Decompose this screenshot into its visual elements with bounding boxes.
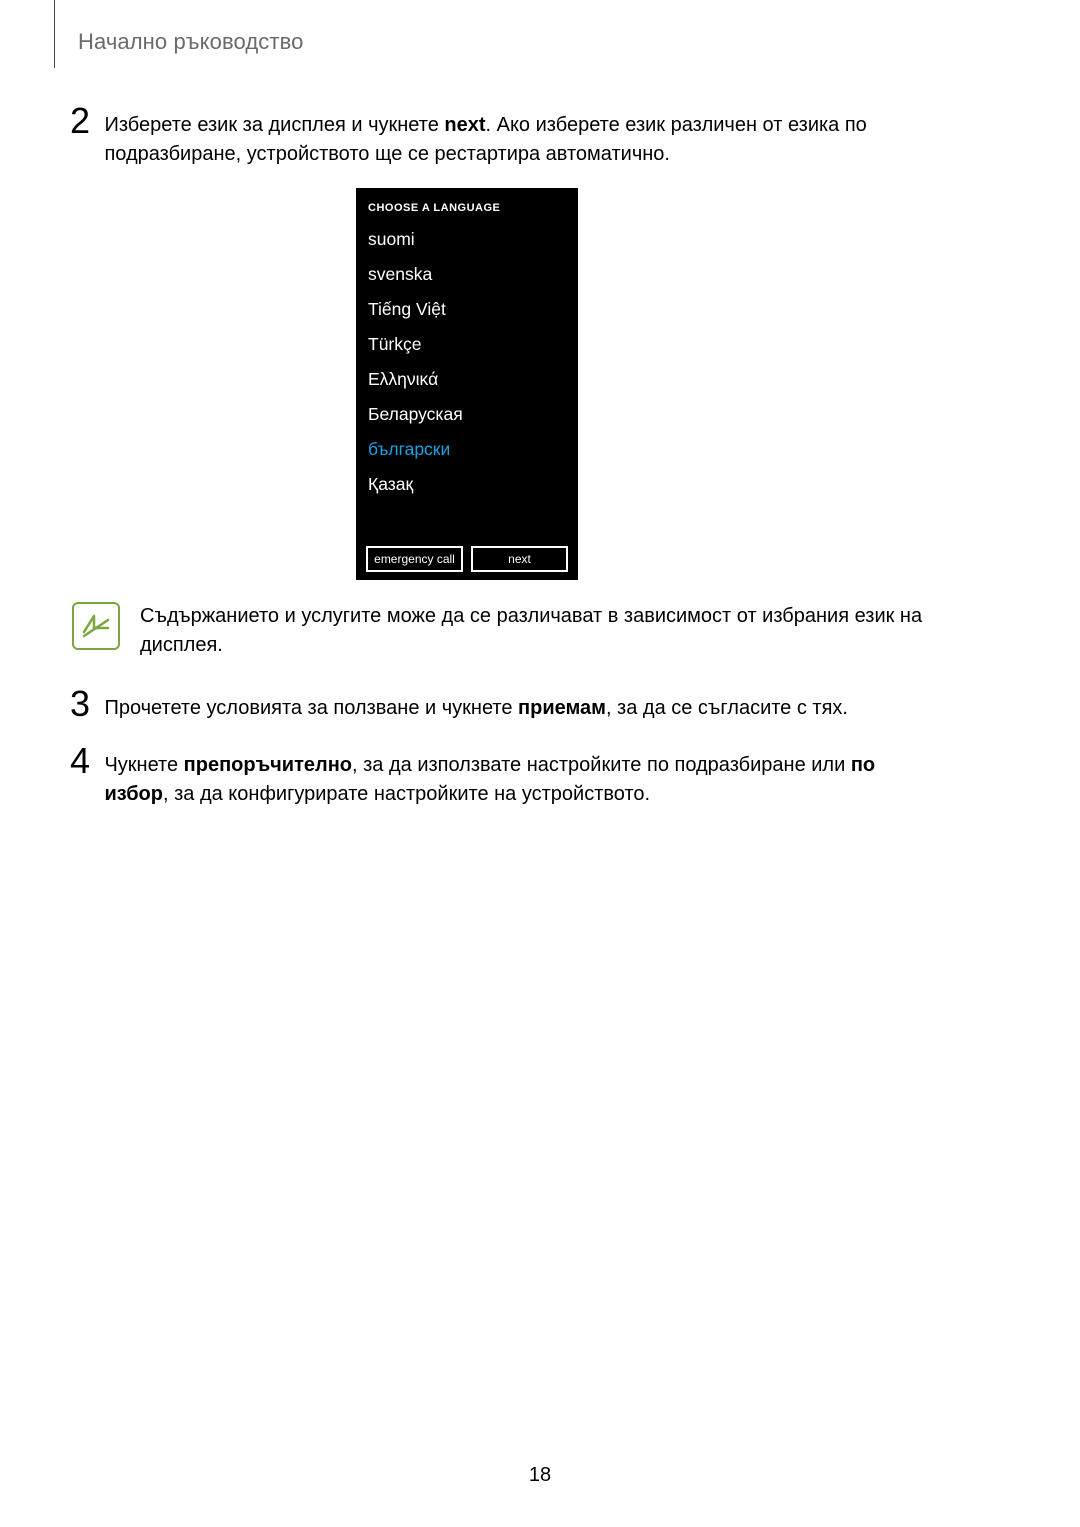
language-option[interactable]: Ελληνικά	[356, 362, 578, 397]
step-number: 4	[70, 743, 98, 779]
step-number: 2	[70, 103, 98, 139]
language-option[interactable]: Türkçe	[356, 327, 578, 362]
page-header-title: Начално ръководство	[78, 29, 303, 55]
phone-button-bar: emergency call next	[366, 546, 568, 572]
language-option[interactable]: Қазақ	[356, 467, 578, 502]
step-body: Изберете език за дисплея и чукнете next.…	[104, 111, 924, 169]
language-option[interactable]: Беларуская	[356, 397, 578, 432]
step-2: 2 Изберете език за дисплея и чукнете nex…	[70, 103, 1000, 169]
language-option[interactable]: Tiếng Việt	[356, 292, 578, 327]
step-text: , за да конфигурирате настройките на уст…	[163, 783, 650, 805]
page-number: 18	[0, 1464, 1080, 1487]
step-text: Изберете език за дисплея и чукнете	[104, 114, 444, 136]
language-option[interactable]: svenska	[356, 257, 578, 292]
note-icon	[72, 602, 120, 650]
phone-screenshot: CHOOSE A LANGUAGE suomi svenska Tiếng Vi…	[356, 188, 578, 580]
manual-page: Начално ръководство 2 Изберете език за д…	[0, 0, 1080, 1527]
step-3: 3 Прочетете условията за ползване и чукн…	[70, 686, 1000, 723]
next-button[interactable]: next	[471, 546, 568, 572]
step-number: 3	[70, 686, 98, 722]
emergency-call-button[interactable]: emergency call	[366, 546, 463, 572]
step-text: Прочетете условията за ползване и чукнет…	[104, 697, 518, 719]
info-note: Съдържанието и услугите може да се разли…	[72, 602, 1000, 660]
side-rule	[54, 0, 55, 68]
language-option[interactable]: suomi	[356, 222, 578, 257]
step-body: Чукнете препоръчително, за да използвате…	[104, 751, 924, 809]
step-4: 4 Чукнете препоръчително, за да използва…	[70, 743, 1000, 809]
step-body: Прочетете условията за ползване и чукнет…	[104, 694, 848, 723]
step-text: , за да се съгласите с тях.	[606, 697, 848, 719]
step-bold: препоръчително	[184, 754, 352, 776]
step-text: , за да използвате настройките по подраз…	[352, 754, 851, 776]
step-bold: next	[444, 114, 485, 136]
step-bold: приемам	[518, 697, 606, 719]
phone-screen-title: CHOOSE A LANGUAGE	[356, 198, 578, 222]
language-option-selected[interactable]: български	[356, 432, 578, 467]
note-text: Съдържанието и услугите може да се разли…	[140, 602, 1000, 660]
step-text: Чукнете	[104, 754, 183, 776]
